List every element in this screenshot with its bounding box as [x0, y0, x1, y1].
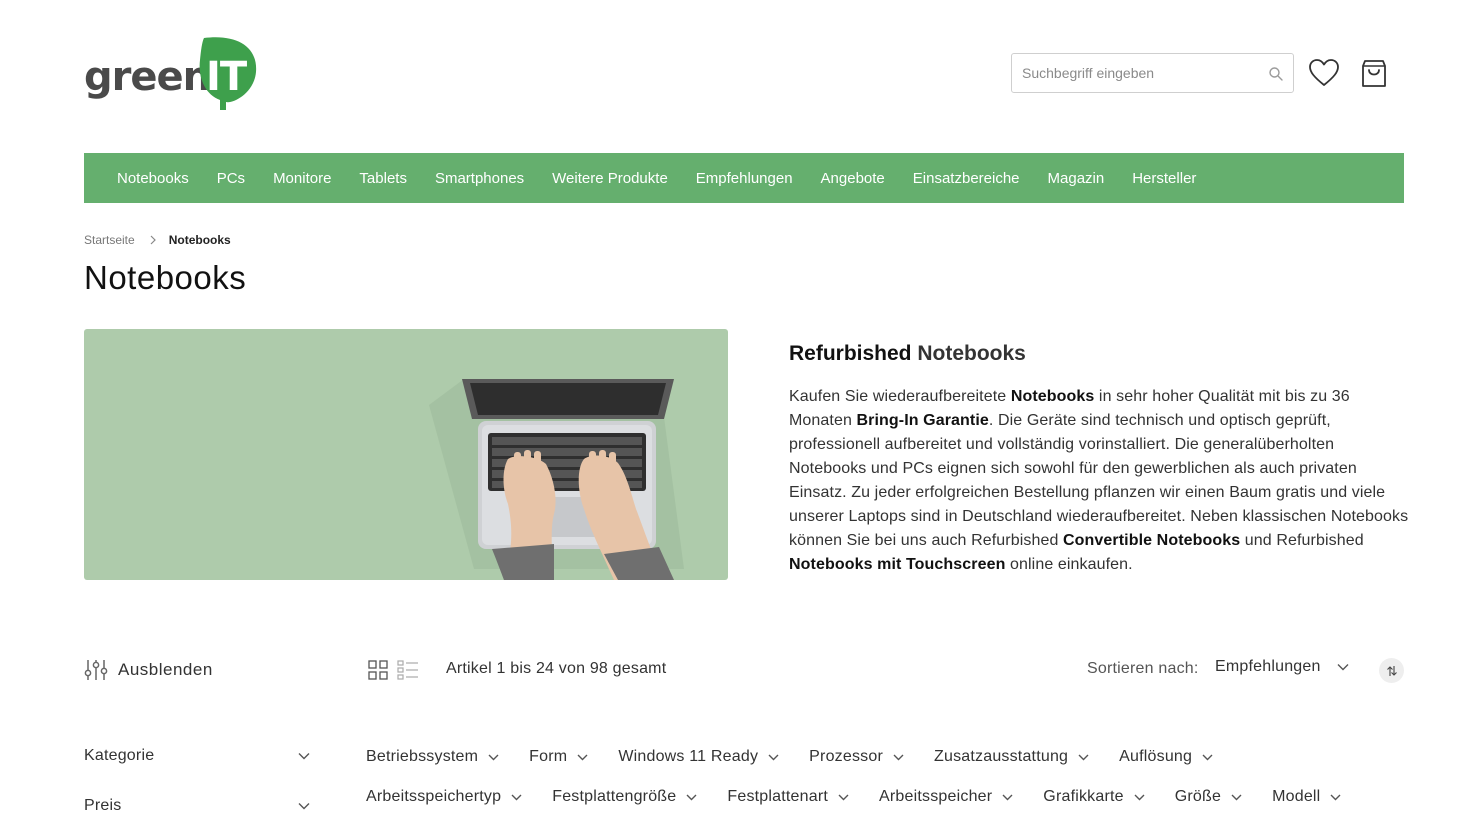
filter-sliders-icon — [84, 660, 108, 680]
logo-text-green: green — [84, 54, 211, 100]
filter-label: Arbeitsspeicher — [879, 788, 993, 805]
filter-arbeitsspeicher[interactable]: Arbeitsspeicher — [879, 788, 1013, 806]
filter-prozessor[interactable]: Prozessor — [809, 748, 904, 766]
filter-festplattengroesse[interactable]: Festplattengröße — [552, 788, 697, 806]
side-filter-kategorie[interactable]: Kategorie — [84, 747, 310, 765]
filter-label: Auflösung — [1119, 748, 1193, 765]
filter-arbeitsspeichertyp[interactable]: Arbeitsspeichertyp — [366, 788, 522, 806]
filter-label: Größe — [1174, 788, 1222, 805]
sort-select[interactable]: Empfehlungen — [1215, 658, 1349, 676]
chevron-down-icon — [1330, 794, 1341, 800]
search-box — [1011, 53, 1294, 93]
side-filter-preis[interactable]: Preis — [84, 797, 310, 815]
nav-item-monitore[interactable]: Monitore — [273, 170, 331, 187]
description-segment: online einkaufen. — [1005, 556, 1133, 573]
description-title-bold: Refurbished — [789, 342, 912, 365]
nav-item-smartphones[interactable]: Smartphones — [435, 170, 524, 187]
filter-modell[interactable]: Modell — [1272, 788, 1341, 806]
nav-item-magazin[interactable]: Magazin — [1048, 170, 1105, 187]
chevron-down-icon — [488, 754, 499, 760]
filter-grafikkarte[interactable]: Grafikkarte — [1043, 788, 1145, 806]
shopping-bag-icon[interactable] — [1359, 57, 1389, 89]
description-title-rest: Notebooks — [917, 342, 1026, 365]
main-navigation: Notebooks PCs Monitore Tablets Smartphon… — [84, 153, 1404, 203]
chevron-down-icon — [1078, 754, 1089, 760]
chevron-down-icon — [1134, 794, 1145, 800]
filter-betriebssystem[interactable]: Betriebssystem — [366, 748, 499, 766]
chevron-right-icon — [150, 235, 156, 245]
sort-direction-button[interactable] — [1379, 658, 1404, 683]
nav-item-einsatzbereiche[interactable]: Einsatzbereiche — [913, 170, 1020, 187]
filter-chips-row: Arbeitsspeichertyp Festplattengröße Fest… — [366, 788, 1371, 806]
description-title: Refurbished Notebooks — [789, 342, 1026, 366]
filter-label: Betriebssystem — [366, 748, 479, 765]
nav-item-weitere-produkte[interactable]: Weitere Produkte — [552, 170, 668, 187]
description-segment: und Refurbished — [1240, 532, 1364, 549]
description-segment: . Die Geräte sind technisch und optisch … — [789, 412, 1409, 549]
filter-form[interactable]: Form — [529, 748, 588, 766]
grid-view-icon[interactable] — [368, 660, 388, 680]
search-icon[interactable] — [1268, 66, 1284, 82]
chevron-down-icon — [1231, 794, 1242, 800]
description-segment-bold: Bring-In Garantie — [856, 412, 989, 429]
filter-groesse[interactable]: Größe — [1175, 788, 1242, 806]
filter-aufloesung[interactable]: Auflösung — [1119, 748, 1213, 766]
breadcrumb: Startseite Notebooks — [84, 233, 231, 247]
filter-label: Festplattengröße — [552, 788, 677, 805]
breadcrumb-home-link[interactable]: Startseite — [84, 233, 135, 247]
nav-item-pcs[interactable]: PCs — [217, 170, 245, 187]
article-count: Artikel 1 bis 24 von 98 gesamt — [446, 660, 667, 677]
description-segment-bold: Notebooks — [1010, 388, 1095, 405]
nav-item-tablets[interactable]: Tablets — [359, 170, 407, 187]
chevron-down-icon — [893, 754, 904, 760]
laptop-illustration — [429, 379, 684, 580]
category-hero-image — [84, 329, 728, 580]
chevron-down-icon — [686, 794, 697, 800]
chevron-down-icon — [298, 803, 310, 810]
filter-label: Zusatzausstattung — [934, 748, 1069, 765]
chevron-down-icon — [838, 794, 849, 800]
sort-arrows-icon — [1386, 665, 1397, 676]
wishlist-heart-icon[interactable] — [1308, 58, 1340, 88]
site-logo[interactable]: green IT — [84, 32, 264, 114]
page-title: Notebooks — [84, 259, 247, 296]
filter-label: Prozessor — [809, 748, 883, 765]
nav-item-angebote[interactable]: Angebote — [821, 170, 885, 187]
breadcrumb-current: Notebooks — [168, 233, 231, 247]
description-text: Kaufen Sie wiederaufbereitete Notebooks … — [789, 385, 1409, 577]
side-filter-label: Preis — [84, 797, 122, 814]
description-segment-bold: Convertible Notebooks — [1063, 532, 1241, 549]
chevron-down-icon — [1337, 664, 1349, 671]
filter-windows-11-ready[interactable]: Windows 11 Ready — [618, 748, 779, 766]
nav-item-empfehlungen[interactable]: Empfehlungen — [696, 170, 793, 187]
description-segment-bold: Notebooks mit Touchscreen — [789, 556, 1006, 573]
chevron-down-icon — [577, 754, 588, 760]
filter-zusatzausstattung[interactable]: Zusatzausstattung — [934, 748, 1089, 766]
chevron-down-icon — [298, 753, 310, 760]
hide-filters-label: Ausblenden — [118, 660, 213, 679]
filter-label: Form — [529, 748, 568, 765]
hide-filters-button[interactable]: Ausblenden — [84, 659, 213, 681]
chevron-down-icon — [1202, 754, 1213, 760]
filter-label: Grafikkarte — [1043, 788, 1124, 805]
side-filter-label: Kategorie — [84, 747, 155, 764]
chevron-down-icon — [511, 794, 522, 800]
description-segment: Kaufen Sie wiederaufbereitete — [789, 388, 1011, 405]
filter-chips-row: Betriebssystem Form Windows 11 Ready Pro… — [366, 748, 1243, 766]
filter-label: Festplattenart — [727, 788, 829, 805]
chevron-down-icon — [1002, 794, 1013, 800]
filter-label: Windows 11 Ready — [618, 748, 759, 765]
chevron-down-icon — [768, 754, 779, 760]
nav-item-hersteller[interactable]: Hersteller — [1132, 170, 1196, 187]
nav-item-notebooks[interactable]: Notebooks — [117, 170, 189, 187]
sort-label: Sortieren nach: — [1087, 660, 1199, 677]
list-view-icon[interactable] — [397, 660, 419, 680]
search-input[interactable] — [1012, 55, 1252, 91]
filter-label: Modell — [1272, 788, 1321, 805]
filter-festplattenart[interactable]: Festplattenart — [727, 788, 849, 806]
filter-label: Arbeitsspeichertyp — [366, 788, 502, 805]
logo-text-it: IT — [206, 54, 247, 100]
sort-selected-value: Empfehlungen — [1215, 658, 1321, 675]
